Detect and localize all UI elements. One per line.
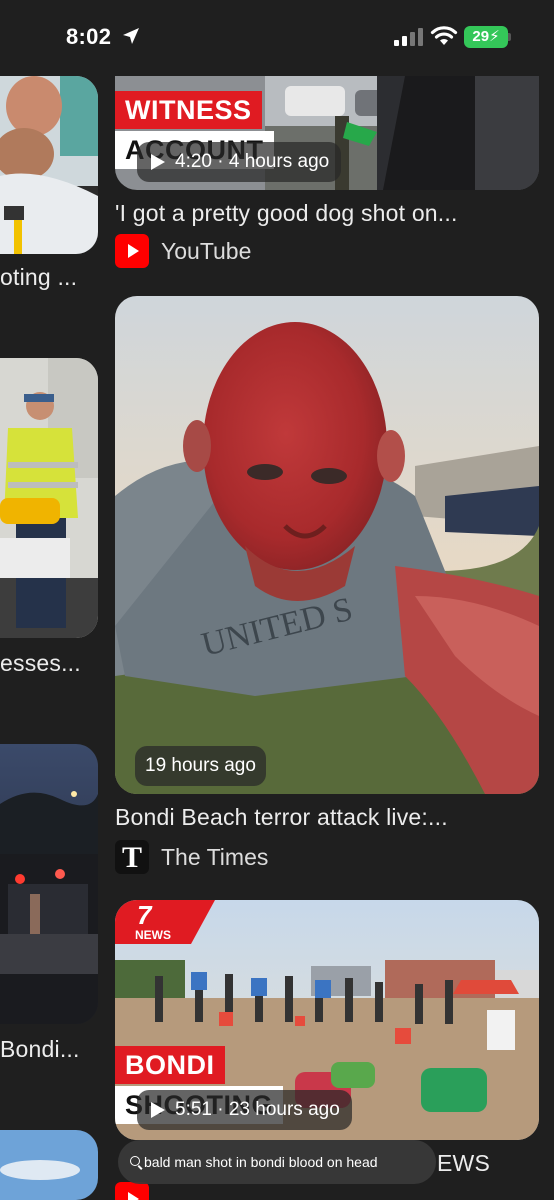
- search-query-text: bald man shot in bondi blood on head: [144, 1154, 378, 1170]
- duration-text: 5:51 · 23 hours ago: [175, 1099, 340, 1120]
- hospital-scene-image: [0, 76, 98, 254]
- injured-man-selfie-image: UNITED S: [115, 296, 539, 794]
- result-card-left-3[interactable]: Bondi...: [0, 744, 98, 1066]
- battery-indicator: 29⚡: [464, 26, 508, 48]
- battery-cap: [508, 33, 511, 41]
- result-thumbnail[interactable]: [0, 744, 98, 1024]
- result-title[interactable]: 'I got a pretty good dog shot on...: [115, 200, 539, 227]
- result-thumbnail[interactable]: WITNESS ACCOUNT 4:20 · 4 hours ago: [115, 76, 539, 190]
- result-age: 19 hours ago: [135, 746, 266, 786]
- banner-witness: WITNESS: [115, 91, 262, 129]
- duration-text: 4:20 · 4 hours ago: [175, 151, 330, 172]
- video-duration: 4:20 · 4 hours ago: [137, 142, 342, 182]
- result-thumbnail[interactable]: [0, 1130, 98, 1200]
- status-bar: 8:02 29⚡: [0, 0, 554, 72]
- result-source[interactable]: YouTube: [161, 238, 251, 265]
- banner-bondi: BONDI: [115, 1046, 225, 1084]
- sky-image: [0, 1130, 98, 1200]
- play-icon: [151, 154, 165, 170]
- result-card-left-2[interactable]: esses...: [0, 358, 98, 680]
- result-card-left-4[interactable]: [0, 1130, 98, 1200]
- location-arrow-icon: [123, 28, 139, 44]
- paramedic-image: [0, 358, 98, 638]
- result-card-left-1[interactable]: oting ...: [0, 76, 98, 296]
- result-card-witness-account[interactable]: WITNESS ACCOUNT 4:20 · 4 hours ago 'I go…: [115, 76, 539, 276]
- result-thumbnail[interactable]: [0, 358, 98, 638]
- wifi-icon: [430, 26, 458, 45]
- result-thumbnail[interactable]: 7 NEWS BONDI SHOOTING 5:51 · 23 hours ag…: [115, 900, 539, 1140]
- seven-news-logo: 7 NEWS: [115, 900, 215, 944]
- video-duration: 5:51 · 23 hours ago: [137, 1090, 352, 1130]
- result-source[interactable]: The Times: [161, 844, 268, 871]
- result-title[interactable]: oting ...: [0, 264, 98, 291]
- search-icon: [130, 1156, 140, 1166]
- cellular-signal-icon: [394, 28, 423, 46]
- youtube-icon: [115, 234, 149, 268]
- result-thumbnail[interactable]: UNITED S 19 hours ago: [115, 296, 539, 794]
- result-card-bondi-live[interactable]: UNITED S 19 hours ago Bondi Beach terror…: [115, 296, 539, 876]
- youtube-icon: [115, 1182, 149, 1200]
- charging-bolt-icon: ⚡: [489, 28, 500, 45]
- the-times-icon: T: [115, 840, 149, 874]
- result-title[interactable]: Bondi...: [0, 1036, 98, 1063]
- svg-text:NEWS: NEWS: [135, 928, 171, 942]
- search-query-pill[interactable]: bald man shot in bondi blood on head: [118, 1140, 436, 1184]
- result-title[interactable]: Bondi Beach terror attack live:...: [115, 804, 539, 831]
- status-time: 8:02: [66, 24, 112, 49]
- result-title-fragment[interactable]: EWS: [437, 1150, 537, 1177]
- play-icon: [151, 1102, 165, 1118]
- result-thumbnail[interactable]: [0, 76, 98, 254]
- night-scene-image: [0, 744, 98, 1024]
- battery-level: 29: [472, 28, 490, 45]
- svg-text:7: 7: [137, 900, 153, 930]
- result-title[interactable]: esses...: [0, 650, 98, 677]
